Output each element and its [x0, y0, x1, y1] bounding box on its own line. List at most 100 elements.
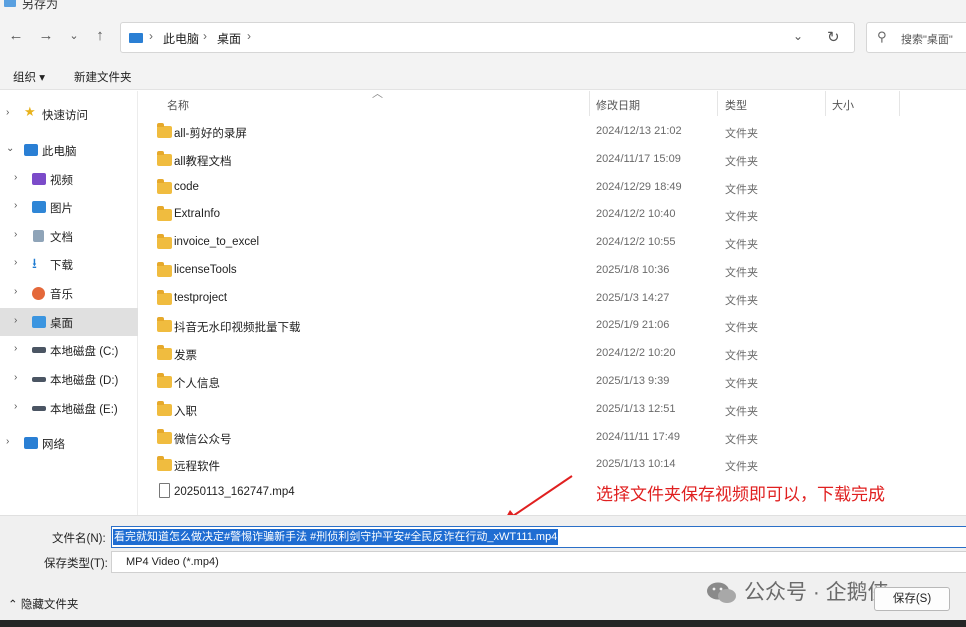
file-name: 入职 — [174, 406, 197, 418]
chevron-right-icon[interactable]: › — [14, 229, 17, 240]
taskbar-strip — [0, 620, 966, 627]
breadcrumb-separator: › — [247, 29, 251, 43]
breadcrumb-this-pc[interactable]: 此电脑 — [163, 30, 199, 47]
sidebar-item-downloads[interactable]: › ⭳ 下载 — [0, 250, 138, 278]
folder-icon — [157, 151, 172, 166]
column-date[interactable]: 修改日期 — [596, 97, 640, 113]
file-type: 文件夹 — [725, 128, 758, 140]
sidebar-item-this-pc[interactable]: ⌄ 此电脑 — [0, 136, 138, 164]
file-name: testproject — [174, 292, 228, 304]
sidebar-item-drive-d[interactable]: › 本地磁盘 (D:) — [0, 365, 138, 393]
sidebar-item-videos[interactable]: › 视频 — [0, 165, 138, 193]
filetype-value: MP4 Video (*.mp4) — [126, 556, 219, 568]
chevron-down-icon[interactable]: ⌄ — [6, 143, 14, 154]
sidebar-item-label: 图片 — [50, 203, 73, 215]
sidebar-item-label: 此电脑 — [42, 146, 77, 158]
video-icon — [32, 173, 46, 185]
annotation-text: 选择文件夹保存视频即可以，下载完成 — [596, 485, 885, 504]
breadcrumb-separator: › — [203, 29, 207, 43]
list-item[interactable]: 微信公众号 2024/11/11 17:49 文件夹 — [139, 424, 966, 452]
hide-folders-button[interactable]: ⌃ 隐藏文件夹 — [8, 596, 78, 612]
file-date: 2025/1/13 12:51 — [596, 403, 676, 415]
list-item[interactable]: 个人信息 2025/1/13 9:39 文件夹 — [139, 368, 966, 396]
watermark-text: 公众号 · 企鹅侠 — [744, 581, 889, 604]
folder-icon — [157, 317, 172, 332]
new-folder-button[interactable]: 新建文件夹 — [74, 69, 132, 85]
sidebar-item-music[interactable]: › 音乐 — [0, 279, 138, 307]
organize-button[interactable]: 组织 ▾ — [13, 69, 45, 85]
list-item[interactable]: invoice_to_excel 2024/12/2 10:55 文件夹 — [139, 229, 966, 257]
chevron-right-icon[interactable]: › — [14, 286, 17, 297]
chevron-right-icon[interactable]: › — [14, 401, 17, 412]
chevron-right-icon[interactable]: › — [14, 200, 17, 211]
sidebar-item-label: 桌面 — [50, 318, 73, 330]
sidebar-item-drive-c[interactable]: › 本地磁盘 (C:) — [0, 336, 138, 364]
chevron-right-icon[interactable]: › — [14, 315, 17, 326]
sidebar-item-quick-access[interactable]: › ★ 快速访问 — [0, 100, 138, 128]
file-type: 文件夹 — [725, 211, 758, 223]
filename-input[interactable]: 看完就知道怎么做决定#警惕诈骗新手法 #刑侦利剑守护平安#全民反诈在行动_xWT… — [111, 526, 966, 548]
sort-ascending-icon: ︿ — [372, 91, 383, 100]
column-name[interactable]: 名称 — [167, 97, 189, 113]
chevron-down-icon[interactable]: ⌄ — [793, 29, 803, 43]
list-item[interactable]: all教程文档 2024/11/17 15:09 文件夹 — [139, 146, 966, 174]
file-type: 文件夹 — [725, 239, 758, 251]
document-icon — [33, 230, 44, 242]
window-title: 另存为 — [22, 0, 59, 11]
sidebar-item-label: 本地磁盘 (E:) — [50, 404, 118, 416]
save-panel: 文件名(N): 看完就知道怎么做决定#警惕诈骗新手法 #刑侦利剑守护平安#全民反… — [0, 515, 966, 627]
search-box[interactable]: ⚲ 搜索"桌面" — [866, 22, 966, 53]
sidebar-item-drive-e[interactable]: › 本地磁盘 (E:) — [0, 394, 138, 422]
file-type: 文件夹 — [725, 184, 758, 196]
file-type: 文件夹 — [725, 267, 758, 279]
file-date: 2025/1/9 21:06 — [596, 319, 670, 331]
chevron-right-icon[interactable]: › — [14, 343, 17, 354]
back-icon[interactable]: ← — [6, 26, 26, 46]
file-type: 文件夹 — [725, 378, 758, 390]
list-item[interactable]: 抖音无水印视频批量下载 2025/1/9 21:06 文件夹 — [139, 312, 966, 340]
filetype-select[interactable]: MP4 Video (*.mp4) — [111, 551, 966, 573]
refresh-icon[interactable]: ↻ — [827, 28, 840, 46]
column-divider — [899, 91, 900, 116]
chevron-right-icon[interactable]: › — [6, 107, 9, 118]
column-size[interactable]: 大小 — [832, 97, 854, 113]
list-item[interactable]: testproject 2025/1/3 14:27 文件夹 — [139, 285, 966, 313]
breadcrumb-separator: › — [149, 29, 153, 43]
file-date: 2024/11/17 15:09 — [596, 153, 681, 165]
pc-icon — [129, 33, 143, 43]
list-item[interactable]: 发票 2024/12/2 10:20 文件夹 — [139, 340, 966, 368]
folder-icon — [157, 429, 172, 444]
file-date: 2025/1/13 9:39 — [596, 375, 670, 387]
window-icon — [4, 0, 16, 7]
list-item[interactable]: 入职 2025/1/13 12:51 文件夹 — [139, 396, 966, 424]
save-button[interactable]: 保存(S) — [874, 587, 950, 611]
sidebar-item-network[interactable]: › 网络 — [0, 429, 138, 457]
address-bar[interactable]: › 此电脑 › 桌面 › ⌄ ↻ — [120, 22, 855, 53]
breadcrumb-desktop[interactable]: 桌面 — [217, 30, 241, 47]
recent-locations-icon[interactable]: ⌄ — [64, 26, 84, 46]
forward-icon[interactable]: → — [36, 26, 56, 46]
sidebar-item-documents[interactable]: › 文档 — [0, 222, 138, 250]
chevron-right-icon[interactable]: › — [14, 172, 17, 183]
file-date: 2025/1/13 10:14 — [596, 458, 676, 470]
sidebar-item-pictures[interactable]: › 图片 — [0, 193, 138, 221]
column-divider — [825, 91, 826, 116]
sidebar-item-label: 文档 — [50, 232, 73, 244]
chevron-right-icon[interactable]: › — [14, 372, 17, 383]
pc-icon — [24, 144, 38, 156]
list-item[interactable]: licenseTools 2025/1/8 10:36 文件夹 — [139, 257, 966, 285]
chevron-right-icon[interactable]: › — [6, 436, 9, 447]
file-name: 发票 — [174, 350, 197, 362]
file-date: 2025/1/8 10:36 — [596, 264, 670, 276]
chevron-right-icon[interactable]: › — [14, 257, 17, 268]
file-list: ︿ 名称 修改日期 类型 大小 all-剪好的录屏 2024/12/13 21:… — [139, 91, 966, 515]
file-type: 文件夹 — [725, 461, 758, 473]
list-item[interactable]: ExtraInfo 2024/12/2 10:40 文件夹 — [139, 201, 966, 229]
up-icon[interactable]: ↑ — [90, 26, 110, 46]
folder-icon — [157, 262, 172, 277]
watermark: 公众号 · 企鹅侠 — [706, 576, 889, 606]
column-type[interactable]: 类型 — [725, 97, 747, 113]
list-item[interactable]: all-剪好的录屏 2024/12/13 21:02 文件夹 — [139, 118, 966, 146]
sidebar-item-desktop[interactable]: › 桌面 — [0, 308, 138, 336]
list-item[interactable]: code 2024/12/29 18:49 文件夹 — [139, 174, 966, 202]
